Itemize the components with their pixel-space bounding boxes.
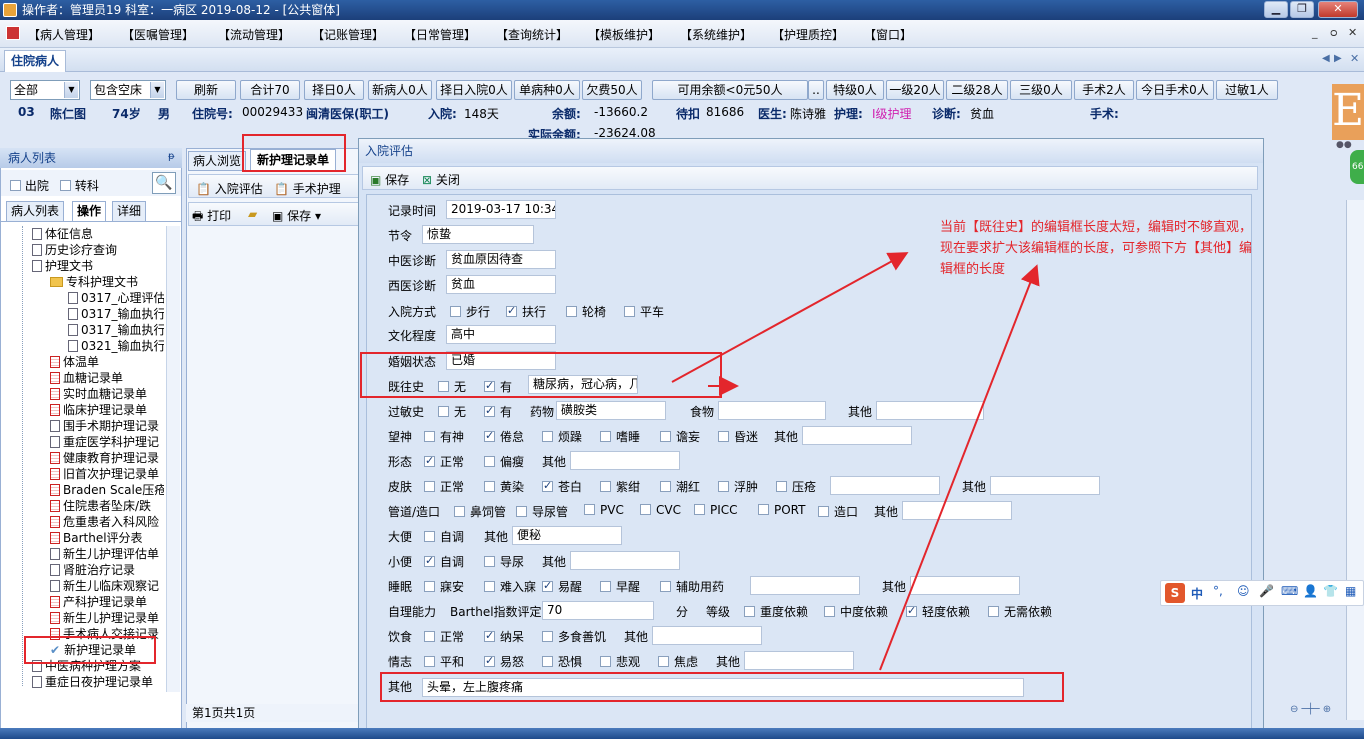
ime-toolbar[interactable]: S 中 °, ☺ 🎤 ⌨ 👤 👕 ▦ (1160, 580, 1364, 606)
ime-punct-icon[interactable]: °, (1213, 584, 1223, 598)
highlight-other-field (380, 672, 1064, 702)
ime-keyboard-icon[interactable]: ⌨ (1281, 584, 1298, 598)
windows-taskbar (0, 728, 1364, 739)
ime-mic-icon[interactable]: 🎤 (1259, 584, 1274, 598)
ime-skin-icon[interactable]: 👕 (1323, 584, 1338, 598)
ime-menu-icon[interactable]: ▦ (1345, 584, 1356, 598)
ime-emoji-icon[interactable]: ☺ (1237, 584, 1250, 598)
ime-mode[interactable]: 中 (1191, 585, 1203, 602)
arrow-from-other (879, 264, 1040, 671)
ime-user-icon[interactable]: 👤 (1303, 584, 1318, 598)
highlight-history-field (360, 352, 722, 398)
sogou-icon: S (1165, 583, 1185, 603)
